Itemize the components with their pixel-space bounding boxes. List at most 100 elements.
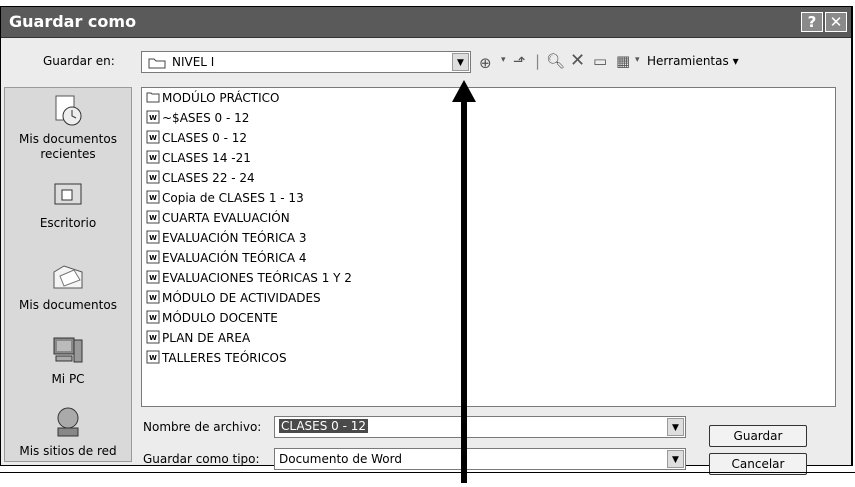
svg-text:W: W bbox=[149, 334, 157, 342]
svg-text:W: W bbox=[149, 294, 157, 302]
word-document-icon: W bbox=[146, 130, 160, 144]
file-list[interactable]: MODÚLO PRÁCTICO W ~$ASES 0 - 12 W CLASES 0 -… bbox=[141, 87, 836, 407]
views-icon[interactable]: ▦ bbox=[616, 52, 630, 70]
place-my-documents[interactable]: Mis documentos bbox=[5, 260, 131, 313]
places-bar: Mis documentos recientes Escritorio Mis … bbox=[4, 87, 132, 462]
list-item[interactable]: MODÚLO PRÁCTICO bbox=[146, 90, 280, 109]
list-item[interactable]: W Copia de CLASES 1 - 13 bbox=[146, 190, 304, 209]
word-document-icon: W bbox=[146, 310, 160, 324]
file-name: EVALUACIÓN TEÓRICA 4 bbox=[162, 251, 307, 265]
save-in-combo[interactable]: NIVEL I ▼ bbox=[141, 51, 471, 73]
save-button[interactable]: Guardar bbox=[709, 425, 807, 447]
bottom-rule bbox=[0, 472, 855, 473]
list-item[interactable]: W CLASES 22 - 24 bbox=[146, 170, 255, 189]
tools-menu[interactable]: Herramientas ▾ bbox=[647, 54, 739, 68]
delete-icon[interactable]: ✕ bbox=[570, 50, 585, 71]
views-dropdown-icon[interactable]: ▾ bbox=[635, 55, 640, 65]
place-label: Mis documentos bbox=[19, 298, 117, 312]
file-name: EVALUACIONES TEÓRICAS 1 Y 2 bbox=[162, 271, 352, 285]
svg-text:W: W bbox=[149, 194, 157, 202]
list-item[interactable]: W MÓDULO DOCENTE bbox=[146, 310, 278, 329]
word-document-icon: W bbox=[146, 290, 160, 304]
file-name: ~$ASES 0 - 12 bbox=[162, 111, 250, 125]
svg-text:W: W bbox=[149, 134, 157, 142]
file-name: CLASES 22 - 24 bbox=[162, 171, 255, 185]
list-item[interactable]: W TALLERES TEÓRICOS bbox=[146, 350, 287, 369]
place-label: Mis sitios de red bbox=[19, 444, 117, 458]
recent-documents-icon bbox=[55, 95, 82, 126]
network-places-icon bbox=[57, 407, 79, 437]
list-item[interactable]: W CUARTA EVALUACIÓN bbox=[146, 210, 290, 229]
svg-text:W: W bbox=[149, 354, 157, 362]
close-button[interactable]: ✕ bbox=[825, 12, 847, 32]
place-label: Escritorio bbox=[39, 216, 97, 230]
annotation-arrow-shaft bbox=[461, 98, 467, 483]
svg-text:W: W bbox=[149, 214, 157, 222]
place-network[interactable]: Mis sitios de red bbox=[5, 406, 131, 459]
word-document-icon: W bbox=[146, 210, 160, 224]
back-icon[interactable]: ⊕ bbox=[479, 54, 492, 72]
list-item[interactable]: W CLASES 0 - 12 bbox=[146, 130, 247, 149]
svg-text:W: W bbox=[149, 234, 157, 242]
file-name: PLAN DE AREA bbox=[162, 331, 251, 345]
new-folder-icon[interactable]: ▭ bbox=[593, 52, 607, 70]
filename-input[interactable]: CLASES 0 - 12 ▼ bbox=[274, 416, 686, 438]
list-item[interactable]: W PLAN DE AREA bbox=[146, 330, 250, 349]
chevron-down-icon[interactable]: ▼ bbox=[452, 53, 469, 71]
chevron-down-icon[interactable]: ▼ bbox=[667, 450, 684, 468]
place-recent[interactable]: Mis documentos recientes bbox=[5, 94, 131, 162]
title-bar: Guardar como ? ✕ bbox=[1, 7, 851, 38]
my-documents-icon bbox=[53, 265, 83, 289]
folder-icon bbox=[148, 58, 166, 69]
desktop-icon bbox=[54, 183, 82, 205]
dialog-title: Guardar como bbox=[9, 12, 137, 31]
place-label: Mi PC bbox=[51, 372, 85, 386]
filename-label: Nombre de archivo: bbox=[143, 420, 262, 434]
filetype-value: Documento de Word bbox=[279, 452, 402, 466]
svg-text:W: W bbox=[149, 154, 157, 162]
separator-icon: | bbox=[535, 52, 541, 70]
svg-text:W: W bbox=[149, 254, 157, 262]
filetype-label: Guardar como tipo: bbox=[143, 452, 260, 466]
place-label: Mis documentos recientes bbox=[19, 132, 117, 161]
svg-text:W: W bbox=[149, 314, 157, 322]
word-document-icon: W bbox=[146, 230, 160, 244]
file-name: MÓDULO DOCENTE bbox=[162, 311, 278, 325]
search-web-icon[interactable]: 🔍︎ bbox=[546, 52, 565, 70]
tools-label: Herramientas bbox=[647, 54, 729, 68]
list-item[interactable]: W ~$ASES 0 - 12 bbox=[146, 110, 249, 129]
list-item[interactable]: W MÓDULO DE ACTIVIDADES bbox=[146, 290, 321, 309]
word-document-icon: W bbox=[146, 150, 160, 164]
place-desktop[interactable]: Escritorio bbox=[5, 178, 131, 231]
file-name: CUARTA EVALUACIÓN bbox=[162, 211, 290, 225]
file-name: EVALUACIÓN TEÓRICA 3 bbox=[162, 231, 307, 245]
save-in-value: NIVEL I bbox=[172, 55, 215, 69]
file-name: MÓDULO DE ACTIVIDADES bbox=[162, 291, 321, 305]
svg-text:W: W bbox=[149, 174, 157, 182]
word-document-icon: W bbox=[146, 110, 160, 124]
file-name: CLASES 0 - 12 bbox=[162, 131, 248, 145]
back-dropdown-icon[interactable]: ▾ bbox=[501, 55, 506, 65]
help-button[interactable]: ? bbox=[801, 12, 823, 32]
word-document-icon: W bbox=[146, 250, 160, 264]
svg-text:W: W bbox=[149, 114, 157, 122]
list-item[interactable]: W CLASES 14 -21 bbox=[146, 150, 251, 169]
file-name: CLASES 14 -21 bbox=[162, 151, 251, 165]
list-item[interactable]: W EVALUACIÓN TEÓRICA 4 bbox=[146, 250, 307, 269]
list-item[interactable]: W EVALUACIONES TEÓRICAS 1 Y 2 bbox=[146, 270, 352, 289]
chevron-down-icon[interactable]: ▼ bbox=[667, 418, 684, 436]
filetype-select[interactable]: Documento de Word ▼ bbox=[274, 448, 686, 470]
my-computer-icon bbox=[53, 337, 83, 363]
word-document-icon: W bbox=[146, 190, 160, 204]
save-as-dialog: Guardar como ? ✕ Guardar en: NIVEL I ▼ ⊕… bbox=[0, 6, 853, 475]
up-folder-icon[interactable]: ⬏ bbox=[513, 52, 526, 70]
word-document-icon: W bbox=[146, 350, 160, 364]
word-document-icon: W bbox=[146, 270, 160, 284]
file-name: TALLERES TEÓRICOS bbox=[162, 351, 287, 365]
file-name: MODÚLO PRÁCTICO bbox=[162, 91, 280, 105]
list-item[interactable]: W EVALUACIÓN TEÓRICA 3 bbox=[146, 230, 307, 249]
place-my-computer[interactable]: Mi PC bbox=[5, 334, 131, 387]
svg-text:W: W bbox=[149, 274, 157, 282]
folder-icon bbox=[146, 92, 160, 103]
word-document-icon: W bbox=[146, 330, 160, 344]
